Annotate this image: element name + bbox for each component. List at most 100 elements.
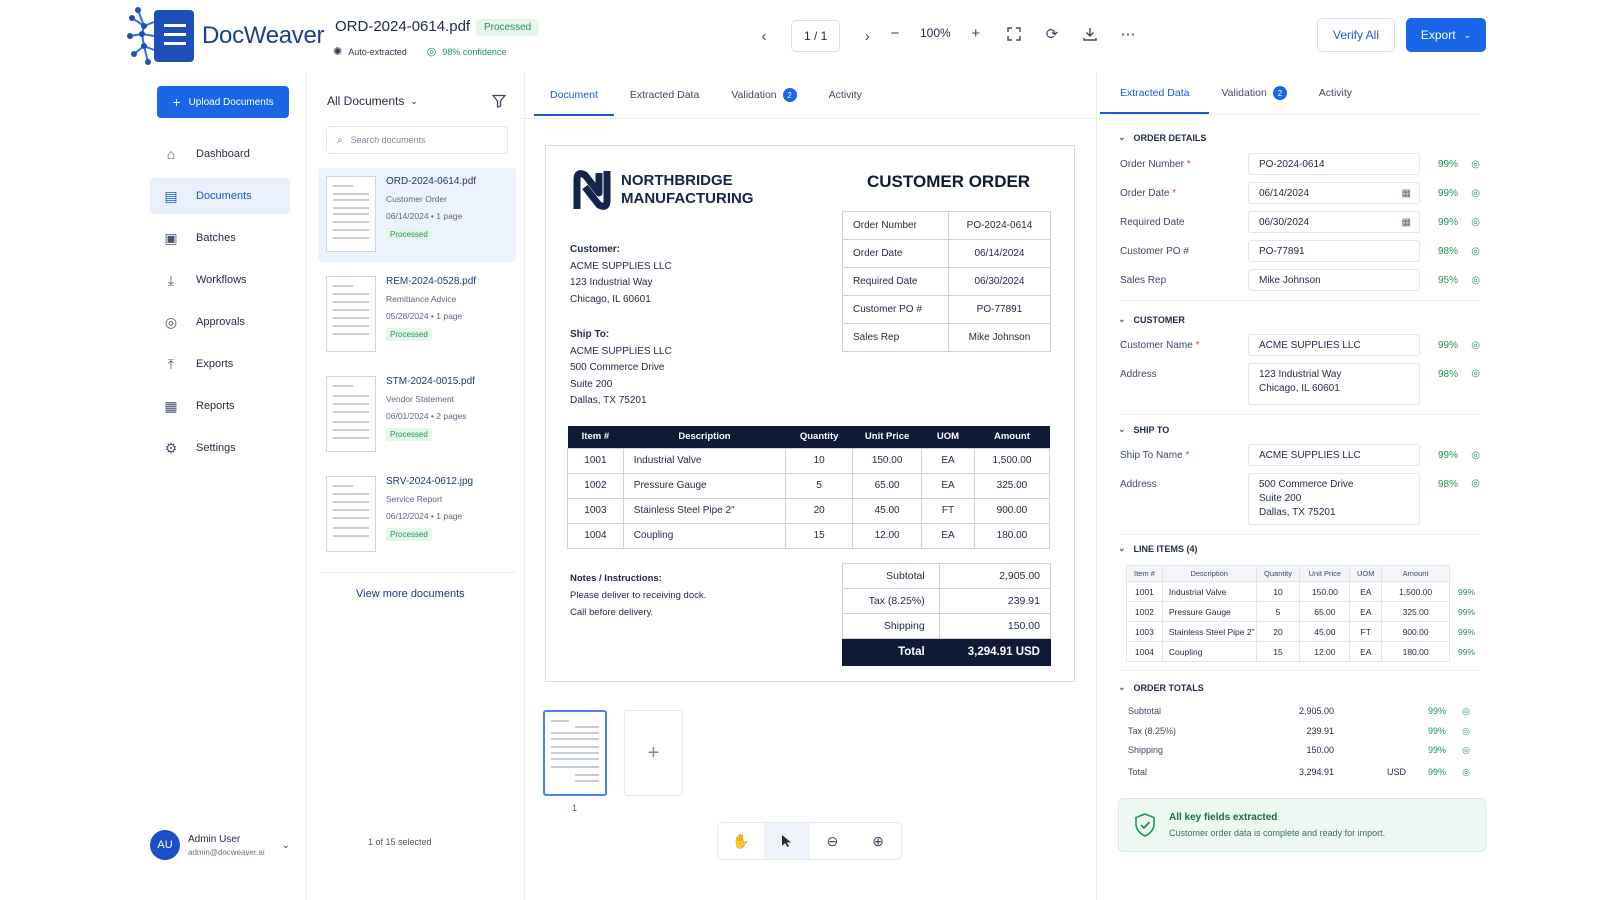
- table-row[interactable]: 1004 Coupling 15 12.00 EA 180.00: [1126, 641, 1450, 662]
- section-customer[interactable]: ⌄ CUSTOMER: [1118, 314, 1185, 325]
- shipto-address-field[interactable]: 500 Commerce Drive Suite 200 Dallas, TX 75…: [1248, 473, 1420, 525]
- page-indicator[interactable]: 1 / 1: [791, 20, 841, 52]
- cell: Industrial Valve: [622, 447, 787, 474]
- user-menu[interactable]: AU Admin User admin@docweaver.ai ⌄: [150, 830, 290, 860]
- sidebar-item-approvals[interactable]: ◎ Approvals: [150, 304, 290, 340]
- search-input[interactable]: ⌕ Search documents: [326, 126, 508, 154]
- customer-po-field[interactable]: PO-77891: [1248, 240, 1420, 262]
- customer-address-field[interactable]: 123 Industrial Way Chicago, IL 60601: [1248, 363, 1420, 405]
- tab-extracted-data[interactable]: Extracted Data: [1099, 86, 1211, 114]
- shipto-name-field[interactable]: ACME SUPPLIES LLC: [1248, 444, 1420, 466]
- confidence-value: 99%: [1437, 158, 1458, 170]
- cell: 1004: [567, 522, 624, 549]
- zoom-in-icon[interactable]: ⊕: [855, 823, 901, 859]
- tab-validation[interactable]: Validation 2: [1221, 86, 1287, 114]
- list-item[interactable]: STM-2024-0015.pdf Vendor Statement 06/01…: [318, 368, 516, 462]
- table-row[interactable]: 1003 Stainless Steel Pipe 2" 20 45.00 FT 900.…: [1126, 621, 1450, 642]
- sidebar-item-settings[interactable]: ⚙ Settings: [150, 430, 290, 466]
- order-date-field[interactable]: 06/14/2024 ▦: [1248, 182, 1420, 204]
- status-badge: Processed: [386, 528, 432, 541]
- chevron-right-icon[interactable]: ›: [858, 27, 876, 45]
- sidebar-item-workflows[interactable]: ⤓ Workflows: [150, 262, 290, 298]
- chevron-down-icon: ⌄: [410, 95, 418, 106]
- list-item[interactable]: REM-2024-0528.pdf Remittance Advice 05/2…: [318, 268, 516, 362]
- total-key: Total: [1128, 767, 1148, 777]
- customer-name-field[interactable]: ACME SUPPLIES LLC: [1248, 334, 1420, 356]
- company-logo: NORTHBRIDGE MANUFACTURING: [573, 169, 754, 211]
- chevron-down-icon: ⌄: [281, 839, 290, 851]
- sidebar-item-batches[interactable]: ▣ Batches: [150, 220, 290, 256]
- documents-filter-dropdown[interactable]: All Documents ⌄: [327, 94, 418, 108]
- address-line: Dallas, TX 75201: [570, 395, 647, 406]
- tab-activity[interactable]: Activity: [829, 88, 862, 116]
- tab-label: Document: [550, 89, 598, 101]
- section-order-details[interactable]: ⌄ ORDER DETAILS: [1118, 132, 1206, 143]
- sidebar-item-reports[interactable]: ▦ Reports: [150, 388, 290, 424]
- download-icon[interactable]: [1081, 25, 1099, 43]
- zoom-in-icon[interactable]: +: [967, 24, 985, 42]
- tab-label: Activity: [1318, 87, 1353, 99]
- confidence-value: 99%: [1437, 339, 1458, 351]
- section-line-items[interactable]: ⌄ LINE ITEMS (4): [1118, 543, 1198, 554]
- refresh-icon[interactable]: ⟳: [1043, 25, 1061, 43]
- tab-activity[interactable]: Activity: [1319, 86, 1352, 114]
- upload-documents-button[interactable]: + Upload Documents: [157, 86, 289, 118]
- sparkle-icon: ✺: [333, 46, 343, 58]
- cell: 12.00: [852, 522, 923, 549]
- table-row[interactable]: 1001 Industrial Valve 10 150.00 EA 1,500.00: [1126, 581, 1450, 602]
- view-more-link[interactable]: View more documents: [356, 588, 465, 600]
- calendar-icon[interactable]: ▦: [1402, 217, 1411, 228]
- export-button[interactable]: Export ⌄: [1406, 18, 1486, 52]
- zoom-out-icon[interactable]: ⊖: [810, 823, 856, 859]
- plus-icon: +: [172, 94, 181, 110]
- filter-icon[interactable]: [491, 94, 507, 113]
- sidebar-item-dashboard[interactable]: ⌂ Dashboard: [150, 136, 290, 172]
- document-thumbnail: [326, 176, 376, 252]
- chevron-down-icon: ⌄: [1118, 543, 1126, 553]
- app-logo[interactable]: DocWeaver: [124, 4, 325, 68]
- sidebar-item-label: Exports: [196, 358, 234, 370]
- section-ship-to[interactable]: ⌄ SHIP TO: [1118, 424, 1169, 435]
- required-date-field[interactable]: 06/30/2024 ▦: [1248, 211, 1420, 233]
- section-title: SHIP TO: [1133, 424, 1170, 435]
- gear-icon: ⚙: [164, 439, 178, 456]
- chevron-left-icon[interactable]: ‹: [755, 27, 773, 45]
- tab-extracted-data[interactable]: Extracted Data: [630, 88, 699, 116]
- sales-rep-field[interactable]: Mike Johnson: [1248, 269, 1420, 291]
- table-header-row: Item # Description Quantity Unit Price U…: [567, 426, 1050, 448]
- total-key: Subtotal: [842, 563, 940, 589]
- section-order-totals[interactable]: ⌄ ORDER TOTALS: [1118, 682, 1204, 693]
- list-item[interactable]: SRV-2024-0612.jpg Service Report 06/12/2…: [318, 468, 516, 562]
- calendar-icon[interactable]: ▦: [1402, 188, 1411, 199]
- sidebar-item-documents[interactable]: ▤ Documents: [150, 178, 290, 214]
- page-thumbnail[interactable]: [543, 710, 607, 796]
- hand-tool-icon[interactable]: ✋: [718, 823, 764, 859]
- cell: 45.00: [1299, 621, 1351, 642]
- user-name: Admin User: [188, 833, 241, 845]
- info-key: Sales Rep: [842, 323, 949, 352]
- pointer-tool-icon[interactable]: [763, 823, 810, 859]
- tab-validation[interactable]: Validation 2: [731, 88, 797, 116]
- document-meta: 05/28/2024 • 1 page: [386, 311, 463, 321]
- total-key: Tax (8.25%): [1128, 726, 1177, 736]
- check-circle-icon: ◎: [1471, 274, 1480, 286]
- verify-all-button[interactable]: Verify All: [1317, 18, 1395, 52]
- table-row: Order Number PO-2024-0614: [842, 211, 1052, 240]
- table-row[interactable]: 1002 Pressure Gauge 5 65.00 EA 325.00: [1126, 601, 1450, 622]
- check-circle-icon: ◎: [1471, 339, 1480, 351]
- add-page-button[interactable]: +: [624, 710, 683, 796]
- document-type: Customer Order: [386, 194, 447, 204]
- list-item[interactable]: ORD-2024-0614.pdf Customer Order 06/14/2…: [318, 168, 516, 262]
- confidence-value: 99%: [1458, 627, 1476, 637]
- column-header: UOM: [1349, 565, 1383, 582]
- sidebar-item-exports[interactable]: ⤒ Exports: [150, 346, 290, 382]
- company-name-line1: NORTHBRIDGE: [621, 172, 733, 189]
- order-number-field[interactable]: PO-2024-0614: [1248, 153, 1420, 175]
- tab-document[interactable]: Document: [534, 88, 614, 116]
- more-icon[interactable]: ⋯: [1119, 25, 1137, 43]
- app-name: DocWeaver: [202, 22, 325, 49]
- fullscreen-icon[interactable]: [1005, 25, 1023, 43]
- cell: 150.00: [852, 447, 923, 474]
- zoom-out-icon[interactable]: −: [886, 24, 904, 42]
- total-value: 150.00: [1306, 745, 1334, 755]
